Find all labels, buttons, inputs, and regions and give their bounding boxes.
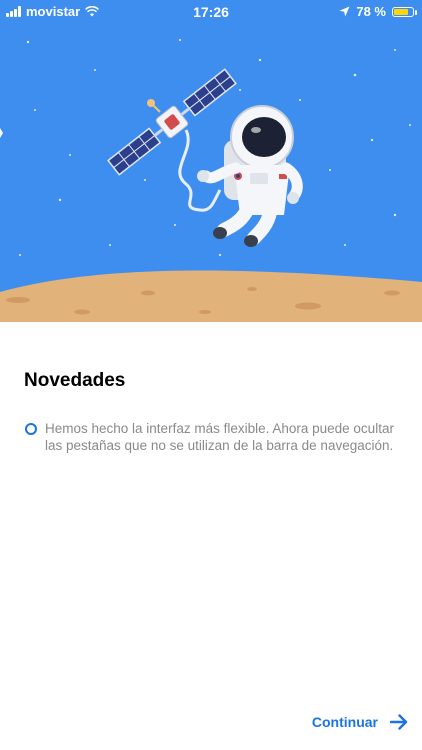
bullet-circle-icon <box>25 423 37 435</box>
arrow-right-icon <box>390 714 408 730</box>
battery-icon <box>392 6 417 17</box>
page-title: Novedades <box>24 370 126 391</box>
continue-button[interactable]: Continuar <box>312 714 408 730</box>
feature-list-item: Hemos hecho la interfaz más flexible. Ah… <box>24 420 398 454</box>
feature-description: Hemos hecho la interfaz más flexible. Ah… <box>45 421 394 453</box>
status-bar: movistar 17:26 78 % <box>0 0 422 24</box>
continue-label: Continuar <box>311 714 378 730</box>
hero-illustration <box>0 0 422 322</box>
battery-percentage: 78 % <box>356 4 386 19</box>
battery-level <box>394 8 409 15</box>
location-arrow-icon <box>339 6 350 17</box>
space-illustration <box>0 39 422 322</box>
whats-new-panel: Novedades Hemos hecho la interfaz más fl… <box>0 322 422 750</box>
